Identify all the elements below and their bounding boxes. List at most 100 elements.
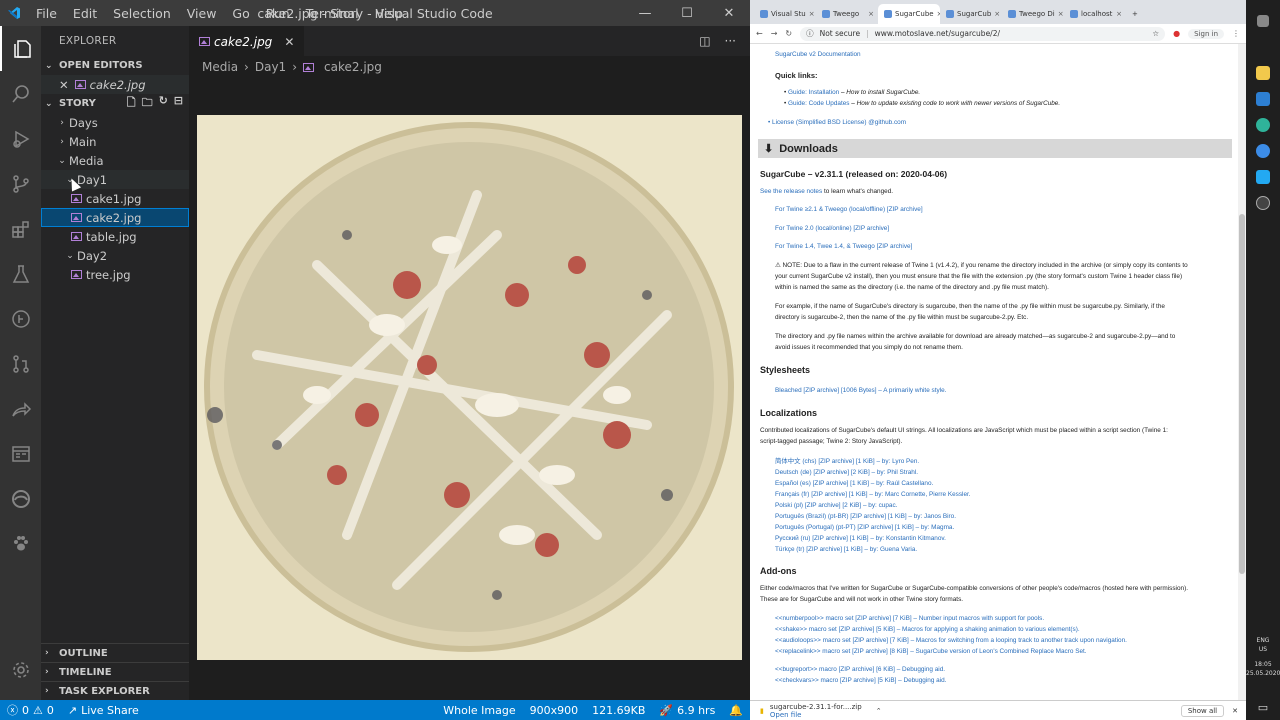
- show-all-button[interactable]: Show all: [1180, 704, 1225, 717]
- obs-icon[interactable]: [1246, 190, 1280, 216]
- page-scrollbar[interactable]: [1238, 44, 1246, 700]
- forward-icon[interactable]: →: [771, 29, 778, 38]
- menu-terminal[interactable]: Terminal: [298, 6, 367, 21]
- story-folder-header[interactable]: ⌄ STORY 🗋 🗀 ↻ ⊟: [41, 94, 189, 113]
- notification-center-icon[interactable]: ▭: [1246, 694, 1280, 720]
- outline-header[interactable]: › OUTLINE: [41, 643, 189, 662]
- tree-item-day2[interactable]: ⌄ Day2: [41, 246, 189, 265]
- localization-item[interactable]: Русский (ru) [ZIP archive] [1 KiB] – by:…: [775, 534, 946, 545]
- localization-item[interactable]: Polski (pl) [ZIP archive] [2 KiB] – by: …: [775, 501, 897, 512]
- close-icon[interactable]: ✕: [708, 0, 750, 26]
- live-share-icon[interactable]: [0, 386, 41, 431]
- more-actions-icon[interactable]: ···: [725, 34, 736, 48]
- license-link[interactable]: • License (Simplified BSD License) @gith…: [768, 118, 906, 129]
- chevron-up-icon[interactable]: ⌃: [876, 707, 882, 715]
- reload-icon[interactable]: ↻: [785, 29, 792, 38]
- open-editors-header[interactable]: ⌄ OPEN EDITORS: [41, 56, 189, 75]
- tree-item-days[interactable]: › Days: [41, 113, 189, 132]
- localization-item[interactable]: Türkçe (tr) [ZIP archive] [1 KiB] – by: …: [775, 545, 917, 556]
- download-link[interactable]: For Twine ≥2.1 & Tweego (local/offline) …: [775, 205, 923, 216]
- addon-item[interactable]: <<checkvars>> macro [ZIP archive] [5 KiB…: [775, 676, 946, 687]
- close-shelf-icon[interactable]: ✕: [1232, 707, 1238, 715]
- close-editor-icon[interactable]: ✕: [59, 78, 69, 92]
- testing-icon[interactable]: [0, 251, 41, 296]
- download-link[interactable]: For Twine 1.4, Twee 1.4, & Tweego [ZIP a…: [775, 242, 912, 253]
- menu-help[interactable]: Help: [367, 6, 412, 21]
- scrollbar-thumb[interactable]: [1239, 214, 1245, 574]
- menu-dots-icon[interactable]: ⋮: [1232, 29, 1240, 38]
- tab-close-icon[interactable]: ✕: [284, 35, 294, 49]
- maximize-icon[interactable]: ☐: [666, 0, 708, 26]
- sign-in-button[interactable]: Sign in: [1188, 28, 1224, 39]
- localization-item[interactable]: Español (es) [ZIP archive] [1 KiB] – by:…: [775, 479, 933, 490]
- menu-run[interactable]: Run: [258, 6, 298, 21]
- explorer-icon[interactable]: [0, 26, 41, 71]
- tab-close-icon[interactable]: ×: [868, 10, 878, 18]
- tab-close-icon[interactable]: ×: [1116, 10, 1126, 18]
- menu-go[interactable]: Go: [224, 6, 257, 21]
- refresh-icon[interactable]: ↻: [159, 94, 168, 113]
- tree-item-cake1-jpg[interactable]: cake1.jpg: [41, 189, 189, 208]
- quick-link[interactable]: Guide: Installation: [788, 89, 839, 96]
- menu-file[interactable]: File: [28, 6, 65, 21]
- new-file-icon[interactable]: 🗋: [127, 94, 136, 113]
- browser-tab[interactable]: Visual Stu ×: [754, 4, 816, 24]
- settings-gear-icon[interactable]: [0, 647, 41, 692]
- edge-icon[interactable]: [1246, 112, 1280, 138]
- browser-tab[interactable]: Tweego ×: [816, 4, 878, 24]
- localization-item[interactable]: Português (Portugal) (pt-PT) [ZIP archiv…: [775, 523, 954, 534]
- tree-item-tree-jpg[interactable]: tree.jpg: [41, 265, 189, 284]
- minimize-icon[interactable]: —: [624, 0, 666, 26]
- run-debug-icon[interactable]: [0, 116, 41, 161]
- tree-item-cake2-jpg[interactable]: cake2.jpg: [41, 208, 189, 227]
- back-icon[interactable]: ←: [756, 29, 763, 38]
- localization-item[interactable]: Français (fr) [ZIP archive] [1 KiB] – by…: [775, 490, 971, 501]
- breadcrumb-media[interactable]: Media: [202, 60, 238, 74]
- localization-item[interactable]: Deutsch (de) [ZIP archive] [2 KiB] – by:…: [775, 468, 918, 479]
- image-preview[interactable]: [197, 115, 742, 660]
- browser-tab[interactable]: SugarCub ×: [940, 4, 1002, 24]
- live-share-status[interactable]: ↗ Live Share: [61, 704, 146, 717]
- localization-item[interactable]: 简体中文 (chs) [ZIP archive] [1 KiB] – by: L…: [775, 457, 919, 468]
- taskbar-app-icon[interactable]: [1246, 8, 1280, 34]
- mail-icon[interactable]: [1246, 86, 1280, 112]
- vscode-taskbar-icon[interactable]: [1246, 164, 1280, 190]
- new-tab-icon[interactable]: +: [1126, 4, 1142, 24]
- quick-link[interactable]: Guide: Code Updates: [788, 100, 849, 107]
- download-link[interactable]: For Twine 2.0 (local/online) [ZIP archiv…: [775, 224, 889, 235]
- menu-view[interactable]: View: [179, 6, 225, 21]
- addon-item[interactable]: <<shake>> macro set [ZIP archive] [5 KiB…: [775, 625, 1080, 636]
- url-input[interactable]: ⓘ Not secure | www.motoslave.net/sugarcu…: [800, 26, 1166, 41]
- release-notes-link[interactable]: See the release notes: [760, 188, 822, 195]
- tree-item-media[interactable]: ⌄ Media: [41, 151, 189, 170]
- stylesheet-item[interactable]: Bleached [ZIP archive] [1006 Bytes] – A …: [775, 386, 946, 397]
- zoom-status[interactable]: Whole Image: [436, 704, 522, 717]
- tree-item-day1[interactable]: ⌄ Day1: [41, 170, 189, 189]
- breadcrumb-file[interactable]: cake2.jpg: [324, 60, 382, 74]
- doc-link[interactable]: SugarCube v2 Documentation: [775, 50, 861, 61]
- tree-item-main[interactable]: › Main: [41, 132, 189, 151]
- tab-close-icon[interactable]: ×: [994, 10, 1002, 18]
- addon-item[interactable]: <<audioloops>> macro set [ZIP archive] […: [775, 636, 1127, 647]
- source-control-icon[interactable]: [0, 161, 41, 206]
- menu-selection[interactable]: Selection: [105, 6, 179, 21]
- pull-requests-icon[interactable]: [0, 341, 41, 386]
- extension-icon[interactable]: ●: [1173, 29, 1180, 38]
- tree-item-table-jpg[interactable]: table.jpg: [41, 227, 189, 246]
- collapse-all-icon[interactable]: ⊟: [174, 94, 183, 113]
- tab-close-icon[interactable]: ×: [809, 10, 816, 18]
- file-explorer-icon[interactable]: [1246, 60, 1280, 86]
- extensions-icon[interactable]: [0, 206, 41, 251]
- notifications-bell-icon[interactable]: 🔔: [722, 704, 750, 717]
- task-explorer-header[interactable]: › TASK EXPLORER: [41, 681, 189, 700]
- paw-icon[interactable]: [0, 521, 41, 566]
- tab-cake2[interactable]: cake2.jpg ✕: [189, 26, 305, 56]
- new-folder-icon[interactable]: 🗀: [142, 94, 153, 113]
- browser-tab[interactable]: localhost ×: [1064, 4, 1126, 24]
- time-tracker-status[interactable]: 🚀 6.9 hrs: [652, 704, 722, 717]
- edge-devtools-icon[interactable]: [0, 476, 41, 521]
- addon-item[interactable]: <<numberpool>> macro set [ZIP archive] […: [775, 614, 1044, 625]
- localization-item[interactable]: Português (Brazil) (pt-BR) [ZIP archive]…: [775, 512, 956, 523]
- addon-item[interactable]: <<bugreport>> macro [ZIP archive] [6 KiB…: [775, 665, 945, 676]
- system-tray-clock[interactable]: ENG US 18:05 25.05.2020: [1246, 636, 1280, 678]
